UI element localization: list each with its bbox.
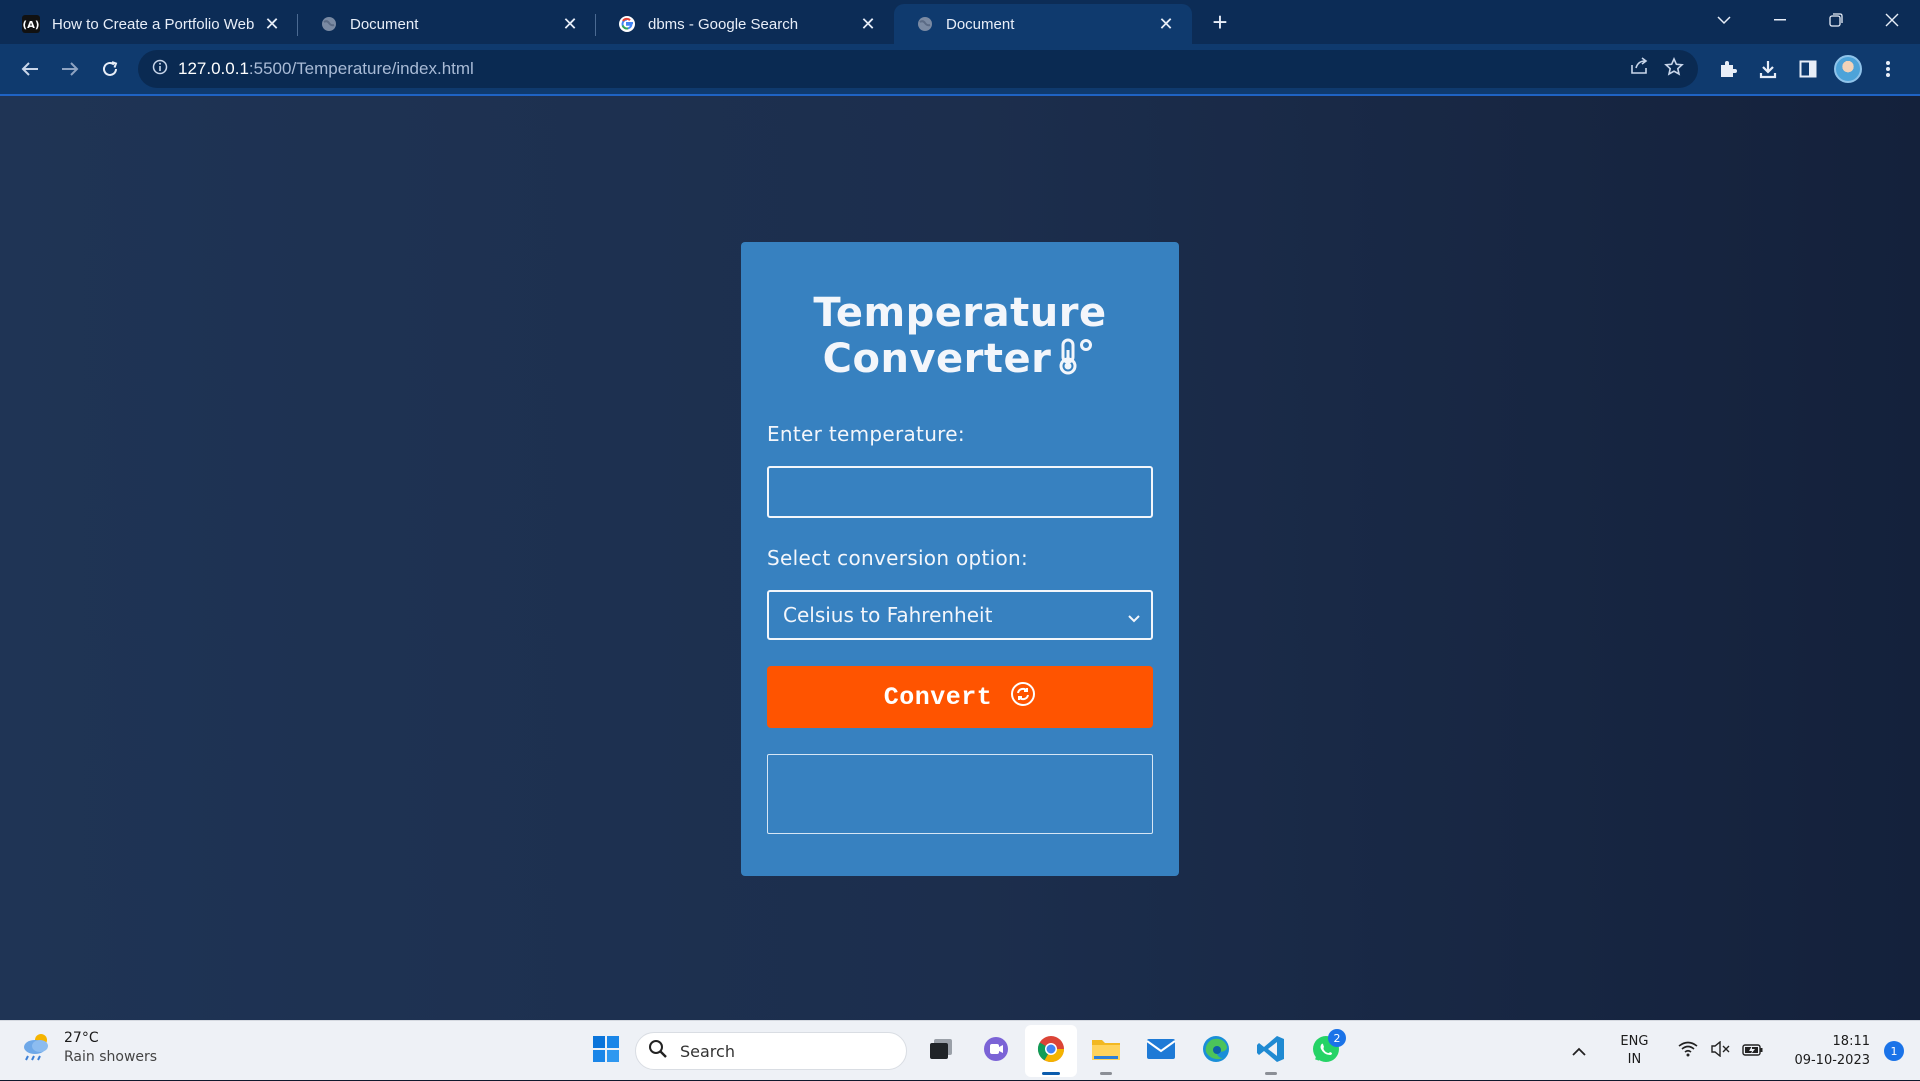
language-indicator[interactable]: ENG IN <box>1620 1033 1648 1069</box>
temperature-label: Enter temperature: <box>767 422 965 446</box>
minimize-button[interactable] <box>1752 0 1808 40</box>
taskbar-search[interactable]: Search <box>635 1032 907 1070</box>
close-icon[interactable]: ✕ <box>1156 14 1176 34</box>
globe-icon <box>320 15 338 33</box>
conversion-select[interactable]: Celsius to Fahrenheit <box>767 590 1153 640</box>
conversion-option-label: Select conversion option: <box>767 546 1029 570</box>
task-view-button[interactable] <box>915 1025 967 1077</box>
chevron-down-icon <box>1127 606 1141 630</box>
side-panel-icon[interactable] <box>1788 49 1828 89</box>
windows-logo-icon <box>592 1035 620 1068</box>
start-button[interactable] <box>580 1025 632 1077</box>
search-placeholder: Search <box>680 1041 735 1061</box>
close-window-button[interactable] <box>1864 0 1920 40</box>
running-indicator <box>1042 1072 1060 1075</box>
battery-charging-icon <box>1742 1042 1764 1061</box>
title-line-2: Converter <box>822 336 1052 382</box>
mail-button[interactable] <box>1135 1025 1187 1077</box>
result-box <box>767 754 1153 834</box>
tab-search-chevron-icon[interactable] <box>1696 0 1752 40</box>
edge-icon <box>1201 1034 1231 1069</box>
chevron-up-icon[interactable] <box>1572 1042 1587 1061</box>
convert-button-label: Convert <box>883 682 993 712</box>
system-tray: ENG IN 18:11 09-10-2023 1 <box>1572 1021 1920 1081</box>
window-controls <box>1696 0 1920 40</box>
clock-time: 18:11 <box>1832 1034 1870 1049</box>
convert-cycle-icon <box>1010 681 1036 707</box>
tab-title: Document <box>350 15 419 33</box>
thermometer-degree-icon <box>1057 336 1097 386</box>
volume-muted-icon <box>1710 1040 1730 1061</box>
rain-cloud-icon <box>20 1029 54 1067</box>
extensions-puzzle-icon[interactable] <box>1708 49 1748 89</box>
weather-widget[interactable]: 27°C Rain showers <box>20 1029 157 1067</box>
close-icon[interactable]: ✕ <box>560 14 580 34</box>
search-icon <box>648 1039 668 1063</box>
page-title: Temperature Converter <box>767 290 1153 386</box>
whatsapp-badge: 2 <box>1328 1029 1346 1047</box>
vscode-button[interactable] <box>1245 1025 1297 1077</box>
globe-icon <box>916 15 934 33</box>
weather-temperature: 27°C <box>64 1030 99 1046</box>
share-icon[interactable] <box>1630 56 1650 82</box>
profile-avatar[interactable] <box>1828 49 1868 89</box>
address-bar[interactable]: 127.0.0.1:5500/Temperature/index.html <box>138 50 1698 88</box>
chat-icon <box>982 1035 1010 1068</box>
clock[interactable]: 18:11 09-10-2023 <box>1794 1032 1870 1070</box>
tab-google-search[interactable]: dbms - Google Search ✕ <box>596 4 894 44</box>
whatsapp-button[interactable]: 2 <box>1300 1025 1352 1077</box>
more-menu-icon[interactable] <box>1868 49 1908 89</box>
wifi-icon <box>1678 1041 1698 1061</box>
taskbar-apps: Search 2 <box>580 1025 1355 1077</box>
task-view-icon <box>928 1037 954 1066</box>
restore-button[interactable] <box>1808 0 1864 40</box>
tab-title: How to Create a Portfolio Websi <box>52 15 254 33</box>
language-code: ENG <box>1620 1034 1649 1049</box>
tab-title: dbms - Google Search <box>648 15 799 33</box>
convert-button[interactable]: Convert <box>767 666 1153 728</box>
region-code: IN <box>1627 1052 1642 1067</box>
reload-icon[interactable] <box>90 49 130 89</box>
folder-icon <box>1091 1036 1121 1067</box>
url-host: 127.0.0.1 <box>178 59 249 78</box>
quick-settings[interactable] <box>1678 1040 1764 1061</box>
avatar <box>1834 55 1862 83</box>
browser-tab-strip: (A) How to Create a Portfolio Websi ✕ Do… <box>0 0 1920 44</box>
chrome-taskbar-button[interactable] <box>1025 1025 1077 1077</box>
a-logo-icon: (A) <box>22 15 40 33</box>
tab-portfolio[interactable]: (A) How to Create a Portfolio Websi ✕ <box>0 4 298 44</box>
weather-condition: Rain showers <box>64 1049 158 1065</box>
windows-taskbar: 27°C Rain showers Search 2 ENG IN 18:11 … <box>0 1020 1920 1080</box>
teams-chat-button[interactable] <box>970 1025 1022 1077</box>
running-indicator <box>1100 1072 1112 1075</box>
vscode-icon <box>1256 1034 1286 1069</box>
title-line-1: Temperature <box>813 290 1107 336</box>
file-explorer-button[interactable] <box>1080 1025 1132 1077</box>
chrome-icon <box>1036 1034 1066 1069</box>
clock-date: 09-10-2023 <box>1794 1053 1870 1068</box>
tab-document-active[interactable]: Document ✕ <box>894 4 1192 44</box>
svg-text:(A): (A) <box>23 20 40 31</box>
temperature-input[interactable] <box>767 466 1153 518</box>
back-arrow-icon[interactable] <box>10 49 50 89</box>
bookmark-star-icon[interactable] <box>1664 56 1684 82</box>
tab-document[interactable]: Document ✕ <box>298 4 596 44</box>
tab-title: Document <box>946 15 1015 33</box>
selected-option: Celsius to Fahrenheit <box>783 603 993 627</box>
close-icon[interactable]: ✕ <box>262 14 282 34</box>
mail-icon <box>1146 1037 1176 1066</box>
edge-button[interactable] <box>1190 1025 1242 1077</box>
google-icon <box>618 15 636 33</box>
running-indicator <box>1265 1072 1277 1075</box>
download-icon[interactable] <box>1748 49 1788 89</box>
converter-card: Temperature Converter Enter temperature:… <box>741 242 1179 876</box>
url-path: :5500/Temperature/index.html <box>248 59 474 78</box>
info-icon[interactable] <box>152 59 178 80</box>
new-tab-button[interactable]: + <box>1200 2 1240 42</box>
notification-badge[interactable]: 1 <box>1884 1041 1904 1061</box>
browser-toolbar: 127.0.0.1:5500/Temperature/index.html <box>0 44 1920 96</box>
forward-arrow-icon[interactable] <box>50 49 90 89</box>
page-viewport: Temperature Converter Enter temperature:… <box>0 96 1920 1020</box>
close-icon[interactable]: ✕ <box>858 14 878 34</box>
